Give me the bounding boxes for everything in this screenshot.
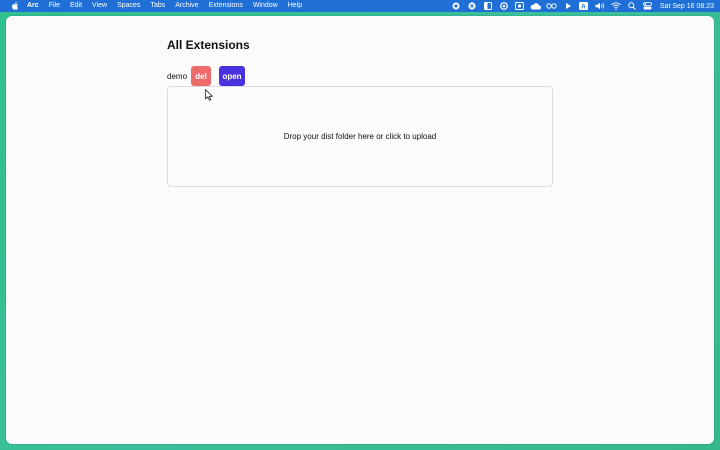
menu-window[interactable]: Window (248, 0, 283, 12)
volume-icon[interactable] (592, 0, 608, 12)
menu-spaces[interactable]: Spaces (112, 0, 145, 12)
menu-file[interactable]: File (44, 0, 65, 12)
menu-tabs[interactable]: Tabs (145, 0, 170, 12)
page-title: All Extensions (167, 38, 250, 52)
menu-bar-clock[interactable]: Sat Sep 16 08:23 (660, 3, 714, 10)
control-center-icon[interactable] (640, 0, 656, 12)
record-icon[interactable] (448, 0, 464, 12)
wifi-icon[interactable] (608, 0, 624, 12)
status-area: A Sat Sep 16 08:23 (448, 0, 720, 12)
app-icon[interactable] (464, 0, 480, 12)
menu-help[interactable]: Help (283, 0, 307, 12)
sidebar-icon[interactable] (480, 0, 496, 12)
keyboard-a-icon[interactable]: A (576, 0, 592, 12)
menu-bar: Arc File Edit View Spaces Tabs Archive E… (0, 0, 720, 12)
play-icon[interactable] (560, 0, 576, 12)
menu-app-arc[interactable]: Arc (22, 0, 44, 12)
menu-edit[interactable]: Edit (65, 0, 87, 12)
glasses-icon[interactable] (544, 0, 560, 12)
delete-extension-button[interactable]: del (191, 66, 212, 86)
menu-extensions[interactable]: Extensions (204, 0, 248, 12)
menu-view[interactable]: View (87, 0, 112, 12)
cloud-icon[interactable] (528, 0, 544, 12)
open-extension-button[interactable]: open (219, 66, 246, 86)
upload-dropzone[interactable]: Drop your dist folder here or click to u… (167, 86, 553, 187)
circle-icon[interactable] (496, 0, 512, 12)
screen-icon[interactable] (512, 0, 528, 12)
extension-name: demo (167, 71, 188, 81)
svg-text:A: A (582, 4, 587, 11)
extension-row: demo del open (167, 66, 246, 86)
apple-icon[interactable] (8, 2, 22, 10)
browser-window: All Extensions demo del open Drop your d… (6, 16, 714, 444)
dropzone-label: Drop your dist folder here or click to u… (283, 132, 437, 141)
search-icon[interactable] (624, 0, 640, 12)
menu-archive[interactable]: Archive (170, 0, 203, 12)
pointer-cursor-icon (205, 88, 213, 101)
